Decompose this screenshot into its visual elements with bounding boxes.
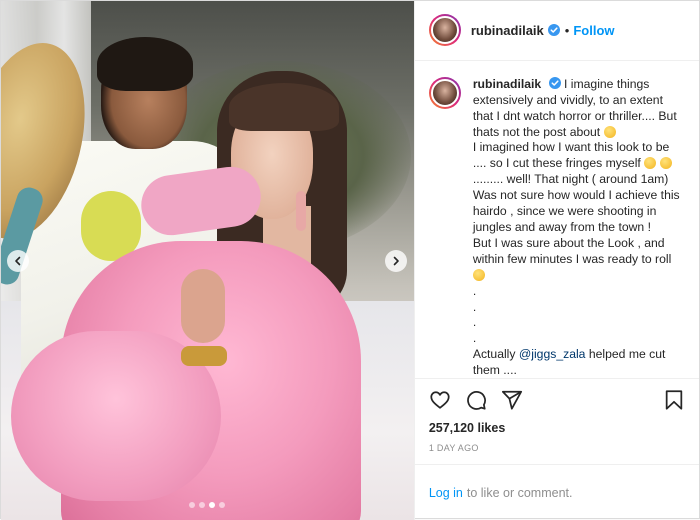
comment-icon [466,391,486,411]
photo-woman [1,1,414,520]
caption-line: . [472,299,477,314]
header-separator: • [564,22,570,38]
carousel-indicator [1,502,414,508]
caption-line: I imagined how I want this look to be [472,140,670,155]
caption-text: I imagine things [564,76,650,91]
smirk-emoji-icon [659,157,672,170]
login-prompt-text: to like or comment. [466,485,573,500]
caption-row: rubinadilaik I imagine things extensivel… [428,76,685,378]
login-prompt: Log in to like or comment. [415,465,699,520]
post-modal: rubinadilaik • Follow rubinadilaik I ima… [0,0,700,520]
caption-line: But I was sure about the Look , and [472,235,665,250]
caption-username[interactable]: rubinadilaik [473,77,541,91]
action-bar [415,379,699,421]
avatar[interactable] [428,14,461,47]
caption-line: ......... well! That night ( around 1am) [472,172,669,187]
caption-text: that I dnt watch horror or thriller.... … [472,108,677,123]
like-button[interactable] [429,389,451,411]
carousel-dot [199,502,206,508]
post-timestamp[interactable]: 1 DAY AGO [414,439,699,466]
post-details-panel: rubinadilaik • Follow rubinadilaik I ima… [413,1,699,520]
post-caption: rubinadilaik I imagine things extensivel… [472,76,685,378]
carousel-next-button[interactable] [385,250,407,272]
thinking-emoji-icon [644,157,657,170]
carousel-dot [219,502,226,508]
likes-count[interactable]: 257,120 likes [415,421,699,439]
caption-line: hairdo , since we were shooting in [472,204,657,219]
carousel-dot [189,502,196,508]
laughing-emoji-icon [603,125,616,138]
winking-tongue-emoji-icon [472,268,485,281]
comment-button[interactable] [465,389,487,411]
carousel-prev-button[interactable] [7,250,29,272]
verified-badge-icon [547,24,560,37]
caption-area: rubinadilaik I imagine things extensivel… [414,61,699,380]
caption-line: them .... [472,363,517,378]
caption-line: jungles and away from the town ! [472,220,651,235]
carousel-dot [209,502,216,508]
verified-badge-icon [548,76,561,89]
share-button[interactable] [501,389,523,411]
username-link[interactable]: rubinadilaik [471,23,544,38]
post-photo[interactable] [1,1,414,520]
caption-avatar[interactable] [428,76,461,109]
chevron-left-icon [15,256,21,266]
post-header: rubinadilaik • Follow [414,1,699,61]
caption-line: within few minutes I was ready to roll [472,251,672,266]
caption-line: . [472,283,477,298]
bookmark-icon [665,390,683,410]
caption-line: . [472,315,477,330]
save-button[interactable] [663,389,685,411]
heart-icon [430,391,450,409]
caption-line: . [472,331,477,346]
share-icon [501,391,522,410]
follow-button[interactable]: Follow [573,23,614,38]
caption-line: Actually @jiggs_zala helped me cut [472,347,666,362]
caption-text: thats not the post about [472,124,601,139]
login-link[interactable]: Log in [429,486,463,500]
caption-text: extensively and vividly, to an extent [472,92,663,107]
caption-line: .... so I cut these fringes myself [472,156,641,171]
caption-line: Was not sure how would I achieve this [472,188,680,203]
chevron-right-icon [393,256,399,266]
mention-link[interactable]: @jiggs_zala [519,347,586,361]
